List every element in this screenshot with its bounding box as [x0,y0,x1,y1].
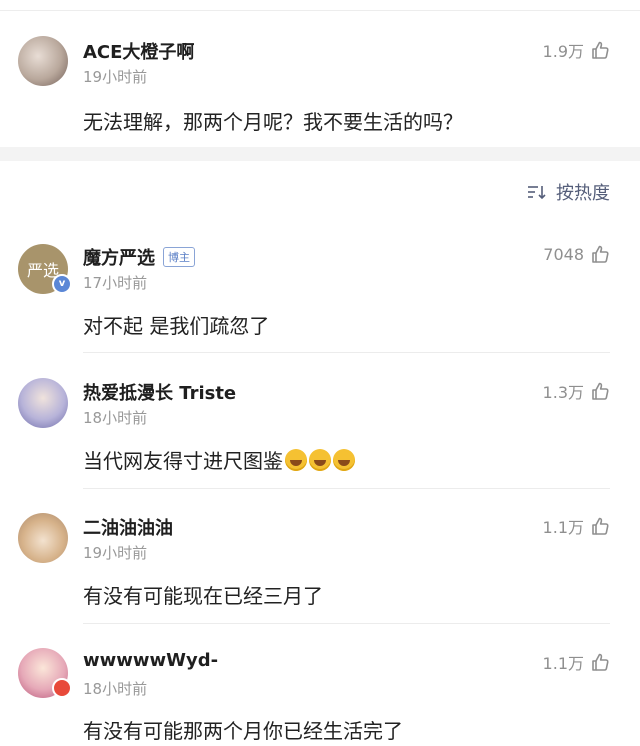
sort-toggle[interactable]: 按热度 [526,179,610,205]
like-button[interactable]: 1.1万 [543,514,610,538]
comment-username[interactable]: 二油油油油 [83,514,173,540]
avatar[interactable] [18,378,68,428]
username-text: 魔方严选 [83,248,155,269]
like-count: 1.1万 [542,654,584,673]
comment-divider [83,488,610,489]
comment-timestamp: 17小时前 [83,274,148,292]
like-button[interactable]: 1.9万 [543,38,610,62]
thumbs-up-icon [592,245,609,263]
like-button[interactable]: 7048 [543,244,610,264]
sort-label: 按热度 [556,183,610,204]
blogger-badge: 博主 [163,247,195,267]
like-count: 7048 [543,244,584,264]
like-button[interactable]: 1.3万 [543,379,610,403]
comment-text: 有没有可能现在已经三月了 [83,584,323,608]
comment-username[interactable]: ACE大橙子啊 [83,38,194,64]
comment-text-content: 当代网友得寸进尺图鉴 [83,449,283,473]
thumbs-up-icon [592,41,609,59]
like-count: 1.9万 [542,42,584,61]
comment-divider [83,352,610,353]
thumbs-up-icon [592,382,609,400]
like-button[interactable]: 1.1万 [543,650,610,674]
avatar[interactable] [18,36,68,86]
comment-text: 有没有可能那两个月你已经生活完了 [83,719,403,743]
comment-text: 当代网友得寸进尺图鉴 [83,445,355,474]
like-count: 1.1万 [542,518,584,537]
comment-timestamp: 19小时前 [83,68,148,86]
sort-icon [528,186,546,200]
comment-username[interactable]: wwwwwWyd- [83,650,218,671]
comment-text: 无法理解，那两个月呢？我不要生活的吗？ [83,110,463,134]
verified-badge-icon: v [52,274,72,294]
comment-username[interactable]: 热爱抵漫长 Triste [83,379,236,405]
section-separator [0,147,640,161]
comment-divider [83,623,610,624]
comment-text: 对不起 是我们疏忽了 [83,314,270,338]
comment-timestamp: 19小时前 [83,544,148,562]
top-divider [0,10,640,11]
comment-username[interactable]: 魔方严选 博主 [83,244,195,270]
laugh-cry-emoji-icon [333,449,355,471]
laugh-cry-emoji-icon [285,449,307,471]
comment-timestamp: 18小时前 [83,409,148,427]
thumbs-up-icon [592,517,609,535]
avatar[interactable] [18,513,68,563]
comment-timestamp: 18小时前 [83,680,148,698]
member-badge-icon [52,678,72,698]
like-count: 1.3万 [542,383,584,402]
thumbs-up-icon [592,653,609,671]
laugh-cry-emoji-icon [309,449,331,471]
